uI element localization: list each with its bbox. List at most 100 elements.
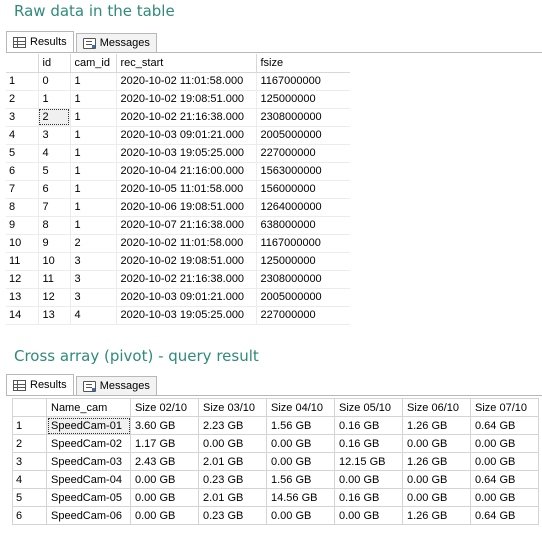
row-number-cell[interactable]: 7 (6, 180, 38, 199)
table-cell[interactable]: 3 (69, 288, 116, 307)
table-cell[interactable]: 12 (37, 288, 70, 307)
table-cell[interactable]: 2020-10-03 09:01:21.000 (115, 288, 256, 307)
table-row[interactable]: 2 SpeedCam-02 1.17 GB 0.00 GB 0.00 GB 0.16 GB… (12, 434, 539, 453)
table-cell[interactable]: 1264000000 (255, 198, 350, 217)
table-cell[interactable]: SpeedCam-02 (46, 434, 131, 453)
tab-messages[interactable]: Messages (75, 33, 157, 52)
table-cell[interactable]: 3 (69, 252, 116, 271)
table-cell[interactable]: 2020-10-05 11:01:58.000 (115, 180, 256, 199)
table-cell[interactable]: 2 (69, 234, 116, 253)
table-cell[interactable]: 1 (69, 180, 116, 199)
table-cell[interactable]: SpeedCam-03 (46, 452, 131, 471)
column-header[interactable]: Size 02/10 (130, 398, 199, 417)
table-row[interactable]: 10 9 2 2020-10-02 11:01:58.000 1167000000 (6, 234, 350, 253)
table-cell[interactable]: 0.16 GB (334, 434, 403, 453)
column-header[interactable]: Size 03/10 (198, 398, 267, 417)
table-cell[interactable]: 2020-10-02 19:08:51.000 (115, 90, 256, 109)
table-cell[interactable]: 0.00 GB (470, 452, 539, 471)
table-cell[interactable]: 2 (37, 108, 70, 127)
column-header[interactable]: Size 04/10 (266, 398, 335, 417)
row-number-cell[interactable]: 1 (12, 416, 47, 435)
table-cell[interactable]: 1167000000 (255, 234, 350, 253)
table-cell[interactable]: SpeedCam-04 (46, 470, 131, 489)
column-header[interactable]: Size 06/10 (402, 398, 471, 417)
table-cell[interactable]: 1.26 GB (402, 416, 471, 435)
table-cell[interactable]: 125000000 (255, 90, 350, 109)
table-row[interactable]: 7 6 1 2020-10-05 11:01:58.000 156000000 (6, 180, 350, 199)
table-row[interactable]: 1 SpeedCam-01 3.60 GB 2.23 GB 1.56 GB 0.16 GB… (12, 416, 539, 435)
table-cell[interactable]: 0.23 GB (198, 470, 267, 489)
table-cell[interactable]: 2020-10-02 11:01:58.000 (115, 72, 256, 91)
table-cell[interactable]: 0.00 GB (130, 488, 199, 507)
row-number-cell[interactable]: 12 (6, 270, 38, 289)
column-header[interactable]: rec_start (115, 54, 256, 73)
table-cell[interactable]: 0.00 GB (130, 470, 199, 489)
table-row[interactable]: 3 SpeedCam-03 2.43 GB 2.01 GB 0.00 GB 12.15 G… (12, 452, 539, 471)
table-row[interactable]: 8 7 1 2020-10-06 19:08:51.000 1264000000 (6, 198, 350, 217)
table-cell[interactable]: 3 (37, 126, 70, 145)
table-cell[interactable]: 1 (69, 90, 116, 109)
table-cell[interactable]: 0.00 GB (198, 434, 267, 453)
row-number-cell[interactable]: 5 (6, 144, 38, 163)
tab-results[interactable]: Results (6, 31, 74, 52)
table-row[interactable]: 1 0 1 2020-10-02 11:01:58.000 1167000000 (6, 72, 350, 91)
row-number-cell[interactable]: 10 (6, 234, 38, 253)
table-cell[interactable]: SpeedCam-01 (46, 416, 131, 435)
table-cell[interactable]: 0.00 GB (402, 470, 471, 489)
table-cell[interactable]: 2.01 GB (198, 452, 267, 471)
table-cell[interactable]: 1.26 GB (402, 506, 471, 525)
table-row[interactable]: 4 SpeedCam-04 0.00 GB 0.23 GB 1.56 GB 0.00 GB… (12, 470, 539, 489)
table-cell[interactable]: 9 (37, 234, 70, 253)
table-cell[interactable]: 638000000 (255, 216, 350, 235)
row-number-cell[interactable]: 9 (6, 216, 38, 235)
table-cell[interactable]: 2.23 GB (198, 416, 267, 435)
row-number-cell[interactable]: 3 (6, 108, 38, 127)
table-cell[interactable]: 156000000 (255, 180, 350, 199)
row-number-cell[interactable]: 6 (6, 162, 38, 181)
table-cell[interactable]: 1167000000 (255, 72, 350, 91)
table-cell[interactable]: 2020-10-04 21:16:00.000 (115, 162, 256, 181)
row-number-cell[interactable]: 8 (6, 198, 38, 217)
table-cell[interactable]: SpeedCam-05 (46, 488, 131, 507)
row-number-cell[interactable]: 1 (6, 72, 38, 91)
table-cell[interactable]: 1 (69, 162, 116, 181)
table-row[interactable]: 9 8 1 2020-10-07 21:16:38.000 638000000 (6, 216, 350, 235)
table-row[interactable]: 6 SpeedCam-06 0.00 GB 0.23 GB 0.00 GB 0.00 GB… (12, 506, 539, 525)
table-cell[interactable]: 2005000000 (255, 126, 350, 145)
table-cell[interactable]: 2020-10-02 21:16:38.000 (115, 270, 256, 289)
table-cell[interactable]: 0.00 GB (334, 506, 403, 525)
table-row[interactable]: 11 10 3 2020-10-02 19:08:51.000 125000000 (6, 252, 350, 271)
table-cell[interactable]: 2020-10-06 19:08:51.000 (115, 198, 256, 217)
table-cell[interactable]: 6 (37, 180, 70, 199)
row-number-cell[interactable]: 2 (12, 434, 47, 453)
table-cell[interactable]: 0.64 GB (470, 506, 539, 525)
table-cell[interactable]: 1.56 GB (266, 470, 335, 489)
table-cell[interactable]: 2020-10-02 21:16:38.000 (115, 108, 256, 127)
table-cell[interactable]: 0.16 GB (334, 416, 403, 435)
tab-results[interactable]: Results (6, 374, 74, 395)
table-cell[interactable]: 125000000 (255, 252, 350, 271)
table-cell[interactable]: 0.00 GB (266, 434, 335, 453)
table-cell[interactable]: 0.64 GB (470, 416, 539, 435)
table-row[interactable]: 13 12 3 2020-10-03 09:01:21.000 2005000000 (6, 288, 350, 307)
table-row[interactable]: 2 1 1 2020-10-02 19:08:51.000 125000000 (6, 90, 350, 109)
table-cell[interactable]: 3 (69, 270, 116, 289)
table-cell[interactable]: 2020-10-03 19:05:25.000 (115, 144, 256, 163)
table-cell[interactable]: 7 (37, 198, 70, 217)
table-cell[interactable]: 2.43 GB (130, 452, 199, 471)
table-cell[interactable]: 8 (37, 216, 70, 235)
table-row[interactable]: 5 SpeedCam-05 0.00 GB 2.01 GB 14.56 GB 0.16 G… (12, 488, 539, 507)
table-cell[interactable]: 2020-10-07 21:16:38.000 (115, 216, 256, 235)
table-cell[interactable]: 0.16 GB (334, 488, 403, 507)
column-header[interactable]: cam_id (69, 54, 116, 73)
row-number-cell[interactable]: 6 (12, 506, 47, 525)
row-number-cell[interactable]: 11 (6, 252, 38, 271)
table-cell[interactable]: 0.64 GB (470, 470, 539, 489)
table-cell[interactable]: 0.00 GB (402, 434, 471, 453)
table-cell[interactable]: 0 (37, 72, 70, 91)
table-cell[interactable]: 2020-10-02 19:08:51.000 (115, 252, 256, 271)
table-cell[interactable]: 1 (69, 144, 116, 163)
row-number-cell[interactable]: 3 (12, 452, 47, 471)
row-number-header[interactable] (12, 398, 47, 417)
row-number-cell[interactable]: 4 (6, 126, 38, 145)
